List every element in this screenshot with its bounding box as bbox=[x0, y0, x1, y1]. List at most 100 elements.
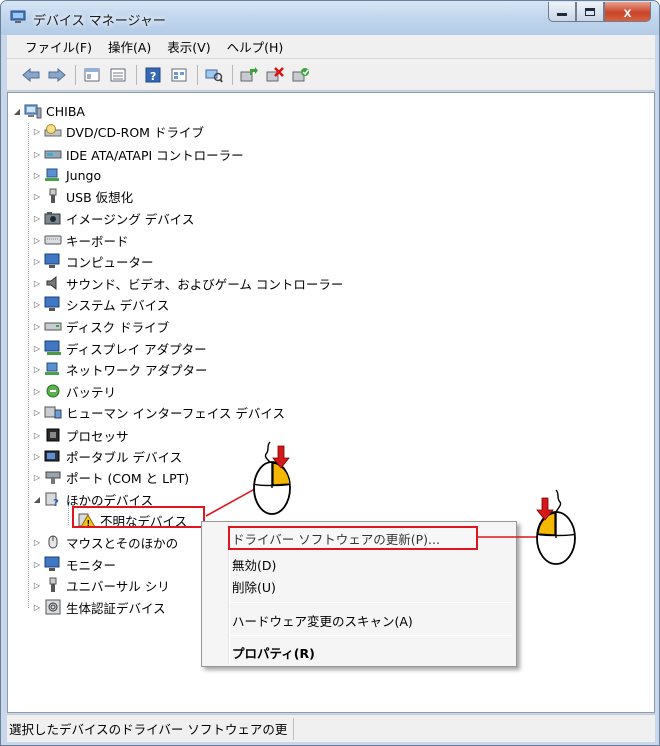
status-divider bbox=[293, 718, 294, 740]
tree-item-label: モニター bbox=[66, 557, 117, 573]
collapse-icon[interactable]: ◢ bbox=[32, 495, 42, 504]
maximize-button[interactable] bbox=[576, 2, 604, 22]
expand-icon[interactable]: ▷ bbox=[32, 431, 42, 440]
tree-item-label: ユニバーサル シリ bbox=[66, 578, 170, 594]
update-driver-highlight bbox=[228, 526, 478, 550]
usb-icon bbox=[44, 577, 62, 593]
expand-icon[interactable]: ▷ bbox=[32, 603, 42, 612]
expand-icon[interactable]: ▷ bbox=[32, 581, 42, 590]
tree-item-portable[interactable]: ▷ ポータブル デバイス bbox=[32, 446, 182, 466]
expand-icon[interactable]: ▷ bbox=[32, 127, 42, 136]
processor-icon bbox=[44, 427, 62, 443]
expand-icon[interactable]: ▷ bbox=[32, 322, 42, 331]
expand-icon[interactable]: ▷ bbox=[32, 192, 42, 201]
tree-item-battery[interactable]: ▷ バッテリ bbox=[32, 381, 116, 401]
menu-properties[interactable]: プロパティ(R) bbox=[232, 641, 315, 663]
tree-root[interactable]: ◢ CHIBA bbox=[12, 101, 85, 121]
maximize-icon bbox=[585, 7, 595, 16]
tree-item-sound[interactable]: ▷ サウンド、ビデオ、およびゲーム コントローラー bbox=[32, 273, 343, 293]
collapse-icon[interactable]: ◢ bbox=[12, 107, 22, 116]
tree-item-network[interactable]: ▷ ネットワーク アダプター bbox=[32, 359, 207, 379]
tree-item-jungo[interactable]: ▷ Jungo bbox=[32, 165, 101, 185]
uninstall-icon[interactable] bbox=[265, 65, 285, 85]
expand-icon[interactable]: ▷ bbox=[32, 538, 42, 547]
enable-icon[interactable] bbox=[291, 65, 311, 85]
usb-icon bbox=[44, 188, 62, 204]
tree-item-ports[interactable]: ▷ ポート (COM と LPT) bbox=[32, 467, 189, 487]
expand-icon[interactable]: ▷ bbox=[32, 150, 42, 159]
menu-file[interactable]: ファイル(F) bbox=[25, 37, 92, 56]
help-icon[interactable]: ? bbox=[143, 65, 163, 85]
mouse-icon bbox=[44, 534, 62, 550]
ide-controller-icon bbox=[44, 146, 62, 162]
tree-item-label: バッテリ bbox=[66, 384, 117, 400]
tree-item-biometric[interactable]: ▷ 生体認証デバイス bbox=[32, 597, 166, 617]
tree-item-processor[interactable]: ▷ プロセッサ bbox=[32, 425, 129, 445]
tree-item-label: ヒューマン インターフェイス デバイス bbox=[66, 405, 285, 421]
tree-item-label: IDE ATA/ATAPI コントローラー bbox=[66, 147, 244, 163]
tree-item-hid[interactable]: ▷ ヒューマン インターフェイス デバイス bbox=[32, 402, 285, 422]
tree-item-label: ネットワーク アダプター bbox=[66, 362, 208, 378]
menu-help[interactable]: ヘルプ(H) bbox=[227, 37, 284, 56]
tree-item-monitor[interactable]: ▷ モニター bbox=[32, 554, 116, 574]
monitor-icon bbox=[44, 556, 62, 572]
update-driver-icon[interactable] bbox=[239, 65, 259, 85]
menu-disable[interactable]: 無効(D) bbox=[232, 553, 276, 575]
camera-icon bbox=[44, 210, 62, 226]
svg-text:?: ? bbox=[53, 498, 59, 507]
expand-icon[interactable]: ▷ bbox=[32, 387, 42, 396]
tree-item-label: ポータブル デバイス bbox=[66, 449, 183, 465]
monitor-icon bbox=[44, 253, 62, 269]
expand-icon[interactable]: ▷ bbox=[32, 214, 42, 223]
tree-item-imaging[interactable]: ▷ イメージング デバイス bbox=[32, 208, 194, 228]
tree-item-label: プロセッサ bbox=[66, 428, 129, 444]
menu-bar: ファイル(F) 操作(A) 表示(V) ヘルプ(H) bbox=[7, 35, 655, 59]
expand-icon[interactable]: ▷ bbox=[32, 365, 42, 374]
tree-item-dvd[interactable]: ▷ DVD/CD-ROM ドライブ bbox=[32, 121, 204, 141]
expand-icon[interactable]: ▷ bbox=[32, 452, 42, 461]
tree-item-mouse[interactable]: ▷ マウスとそのほかの bbox=[32, 532, 178, 552]
view-icon[interactable] bbox=[108, 65, 128, 85]
toolbar-separator bbox=[136, 64, 137, 85]
expand-icon[interactable]: ▷ bbox=[32, 408, 42, 417]
menu-view[interactable]: 表示(V) bbox=[167, 37, 210, 56]
expand-icon[interactable]: ▷ bbox=[32, 236, 42, 245]
toolbar: ? bbox=[7, 59, 655, 91]
svg-text:?: ? bbox=[150, 70, 156, 83]
tree-item-ide[interactable]: ▷ IDE ATA/ATAPI コントローラー bbox=[32, 144, 244, 164]
tree-item-system[interactable]: ▷ システム デバイス bbox=[32, 294, 169, 314]
left-click-mouse-icon bbox=[536, 489, 576, 565]
expand-icon[interactable]: ▷ bbox=[32, 344, 42, 353]
title-bar[interactable]: デバイス マネージャー x bbox=[1, 1, 659, 35]
expand-icon[interactable]: ▷ bbox=[32, 300, 42, 309]
expand-icon[interactable]: ▷ bbox=[32, 257, 42, 266]
tree-item-display[interactable]: ▷ ディスプレイ アダプター bbox=[32, 338, 207, 358]
tree-item-label: コンピューター bbox=[66, 254, 154, 270]
tree-item-usb-controller[interactable]: ▷ ユニバーサル シリ bbox=[32, 575, 170, 595]
keyboard-icon bbox=[44, 232, 62, 248]
device-manager-window: デバイス マネージャー x ファイル(F) 操作(A) 表示(V) ヘルプ(H)… bbox=[0, 0, 660, 746]
expand-icon[interactable]: ▷ bbox=[32, 473, 42, 482]
expand-icon[interactable]: ▷ bbox=[32, 279, 42, 288]
list-icon[interactable] bbox=[169, 65, 189, 85]
tree-item-usb[interactable]: ▷ USB 仮想化 bbox=[32, 186, 133, 206]
right-click-mouse-icon bbox=[253, 441, 291, 515]
tree-item-disk[interactable]: ▷ ディスク ドライブ bbox=[32, 316, 169, 336]
scan-icon[interactable] bbox=[204, 65, 224, 85]
close-button[interactable]: x bbox=[604, 2, 651, 22]
dvd-drive-icon bbox=[44, 123, 62, 139]
tree-item-computer[interactable]: ▷ コンピューター bbox=[32, 251, 154, 271]
properties-icon[interactable] bbox=[82, 65, 102, 85]
menu-scan-hardware[interactable]: ハードウェア変更のスキャン(A) bbox=[232, 609, 413, 631]
tree-item-keyboard[interactable]: ▷ キーボード bbox=[32, 230, 129, 250]
computer-icon bbox=[24, 103, 42, 119]
menu-action[interactable]: 操作(A) bbox=[108, 37, 151, 56]
menu-uninstall[interactable]: 削除(U) bbox=[232, 575, 276, 597]
expand-icon[interactable]: ▷ bbox=[32, 560, 42, 569]
portable-device-icon bbox=[44, 448, 62, 464]
minimize-button[interactable] bbox=[548, 2, 576, 22]
back-arrow-icon[interactable] bbox=[21, 65, 41, 85]
forward-arrow-icon[interactable] bbox=[47, 65, 67, 85]
expand-icon[interactable]: ▷ bbox=[32, 171, 42, 180]
unknown-device-highlight bbox=[72, 506, 205, 528]
